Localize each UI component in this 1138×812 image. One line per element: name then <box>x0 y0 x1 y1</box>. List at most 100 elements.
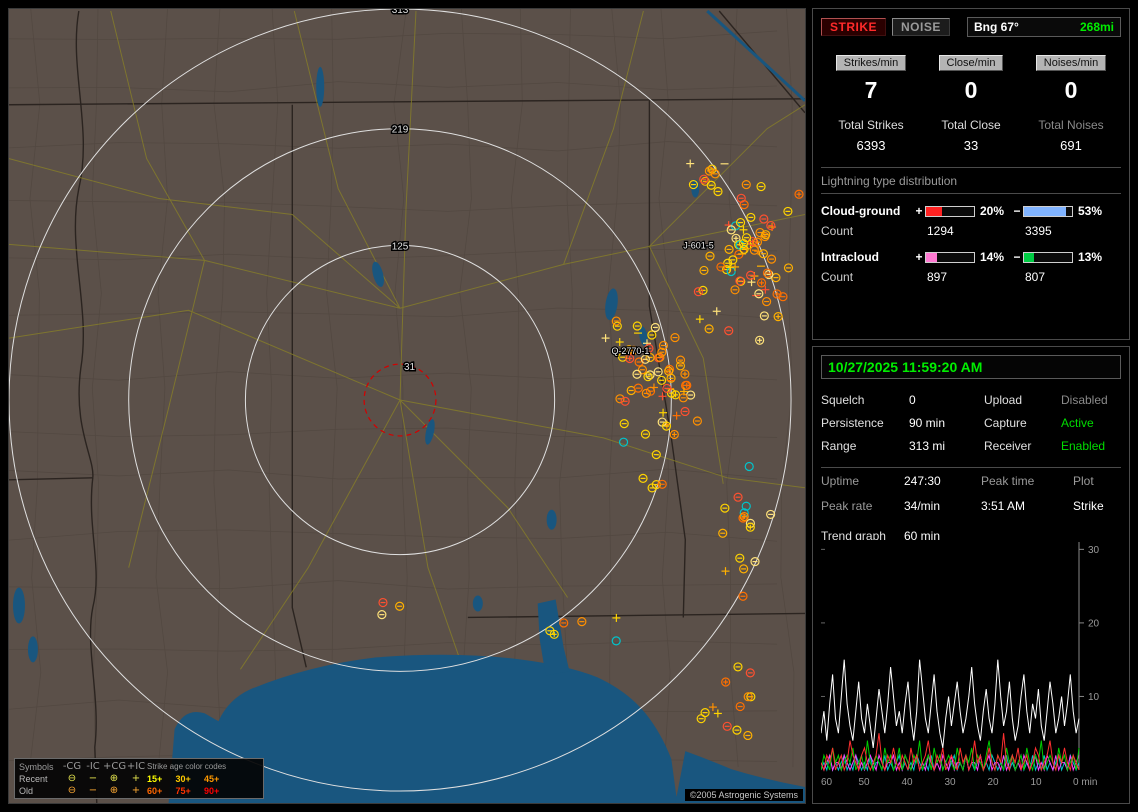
legend-age-header: Strike age color codes <box>147 762 259 771</box>
svg-text:10: 10 <box>1030 777 1042 788</box>
close-per-min-button[interactable]: Close/min <box>939 55 1004 71</box>
pos-ic-recent-icon: + <box>125 773 147 784</box>
plus-sign: + <box>913 204 925 218</box>
peak-time-label: Peak time <box>981 474 1073 488</box>
peak-rate-label: Peak rate <box>821 499 904 513</box>
svg-text:125: 125 <box>392 241 409 252</box>
settings-grid: Squelch 0 Upload Disabled Persistence 90… <box>821 393 1121 453</box>
total-noises-value: 691 <box>1021 138 1121 153</box>
upload-label: Upload <box>984 393 1061 407</box>
noises-per-min-button[interactable]: Noises/min <box>1036 55 1106 71</box>
svg-text:30: 30 <box>944 777 956 788</box>
svg-text:Q-2770-1: Q-2770-1 <box>611 346 649 356</box>
ic-plus-pct: 14% <box>975 250 1011 264</box>
plus-sign: + <box>913 250 925 264</box>
pos-ic-old-icon: + <box>125 785 147 796</box>
legend-row-old-label: Old <box>19 786 61 796</box>
svg-text:60: 60 <box>821 777 833 788</box>
session-grid: Uptime 247:30 Peak time Plot Peak rate 3… <box>821 474 1121 513</box>
neg-ic-old-icon: − <box>83 785 103 796</box>
ic-minus-count: 807 <box>1023 270 1109 284</box>
persistence-label: Persistence <box>821 416 909 430</box>
svg-text:20: 20 <box>987 777 999 788</box>
minus-sign: − <box>1011 250 1023 264</box>
bearing-readout: Bng 67° 268mi <box>967 17 1121 37</box>
squelch-value: 0 <box>909 393 984 407</box>
uptime-value: 247:30 <box>904 474 981 488</box>
svg-text:40: 40 <box>901 777 913 788</box>
cg-plus-pct: 20% <box>975 204 1011 218</box>
noise-indicator[interactable]: NOISE <box>892 18 950 36</box>
bearing-value: Bng 67° <box>974 20 1019 34</box>
strikes-per-min-button[interactable]: Strikes/min <box>836 55 906 71</box>
uptime-label: Uptime <box>821 474 904 488</box>
total-strikes-value: 6393 <box>821 138 921 153</box>
capture-state: Active <box>1061 416 1121 430</box>
divider <box>821 467 1121 468</box>
close-per-min-value: 0 <box>921 77 1021 104</box>
svg-text:10: 10 <box>1088 692 1100 703</box>
svg-text:313: 313 <box>392 9 409 16</box>
svg-text:50: 50 <box>858 777 870 788</box>
capture-label: Capture <box>984 416 1061 430</box>
cg-plus-bar <box>925 206 975 217</box>
lightning-map-panel: 313 219 125 31 J-601-5 Q-2770-1 Symbols -CG -… <box>8 8 806 804</box>
plot-label: Plot <box>1073 474 1121 488</box>
distribution-heading: Lightning type distribution <box>821 174 1121 194</box>
squelch-label: Squelch <box>821 393 909 407</box>
map[interactable]: 313 219 125 31 J-601-5 Q-2770-1 <box>9 9 805 803</box>
total-close-label: Total Close <box>921 118 1021 132</box>
minus-sign: − <box>1011 204 1023 218</box>
svg-text:30: 30 <box>1088 545 1100 556</box>
copyright-text: ©2005 Astrogenic Systems <box>685 789 803 801</box>
cg-minus-pct: 53% <box>1073 204 1109 218</box>
total-close-value: 33 <box>921 138 1021 153</box>
ic-minus-pct: 13% <box>1073 250 1109 264</box>
intracloud-count-row: Count 897 807 <box>821 270 1121 284</box>
legend-col-neg-ic: -IC <box>83 761 103 772</box>
legend-ages-recent: 15+ 30+ 45+ <box>147 774 259 784</box>
distance-value: 268mi <box>1080 20 1114 34</box>
cloud-ground-count-row: Count 1294 3395 <box>821 224 1121 238</box>
range-label: Range <box>821 439 909 453</box>
persistence-value: 90 min <box>909 416 984 430</box>
pos-cg-old-icon: ⊕ <box>103 785 125 796</box>
legend-col-neg-cg: -CG <box>61 761 83 772</box>
cloud-ground-row: Cloud-ground + 20% − 53% <box>821 204 1121 218</box>
svg-text:20: 20 <box>1088 618 1100 629</box>
intracloud-label: Intracloud <box>821 250 913 264</box>
map-legend: Symbols -CG -IC +CG +IC Strike age color… <box>14 758 264 799</box>
cg-plus-count: 1294 <box>925 224 1011 238</box>
trend-graph: 30 20 10 60 50 40 30 20 10 0 min <box>821 540 1121 797</box>
ic-plus-bar <box>925 252 975 263</box>
datetime-display: 10/27/2025 11:59:20 AM <box>821 355 1121 379</box>
svg-text:0 min: 0 min <box>1073 777 1097 788</box>
legend-col-pos-cg: +CG <box>103 761 125 772</box>
receiver-state: Enabled <box>1061 439 1121 453</box>
svg-text:J-601-5: J-601-5 <box>683 240 713 250</box>
svg-text:31: 31 <box>404 362 416 373</box>
neg-ic-recent-icon: − <box>83 773 103 784</box>
ic-minus-bar <box>1023 252 1073 263</box>
legend-col-pos-ic: +IC <box>125 761 147 772</box>
intracloud-row: Intracloud + 14% − 13% <box>821 250 1121 264</box>
noises-per-min-value: 0 <box>1021 77 1121 104</box>
pos-cg-recent-icon: ⊕ <box>103 773 125 784</box>
count-label: Count <box>821 224 913 238</box>
upload-state: Disabled <box>1061 393 1121 407</box>
strikes-per-min-value: 7 <box>821 77 921 104</box>
divider <box>821 167 1121 168</box>
plot-value: Strike <box>1073 499 1121 513</box>
total-strikes-label: Total Strikes <box>821 118 921 132</box>
statistics-panel: STRIKE NOISE Bng 67° 268mi Strikes/min C… <box>812 8 1130 340</box>
cg-minus-bar <box>1023 206 1073 217</box>
strike-indicator[interactable]: STRIKE <box>821 18 886 36</box>
total-noises-label: Total Noises <box>1021 118 1121 132</box>
neg-cg-old-icon: ⊖ <box>61 785 83 796</box>
status-panel: 10/27/2025 11:59:20 AM Squelch 0 Upload … <box>812 346 1130 804</box>
svg-text:219: 219 <box>392 125 409 136</box>
legend-row-recent-label: Recent <box>19 774 61 784</box>
peak-time-value: 3:51 AM <box>981 499 1073 513</box>
peak-rate-value: 34/min <box>904 499 981 513</box>
legend-ages-old: 60+ 75+ 90+ <box>147 786 259 796</box>
